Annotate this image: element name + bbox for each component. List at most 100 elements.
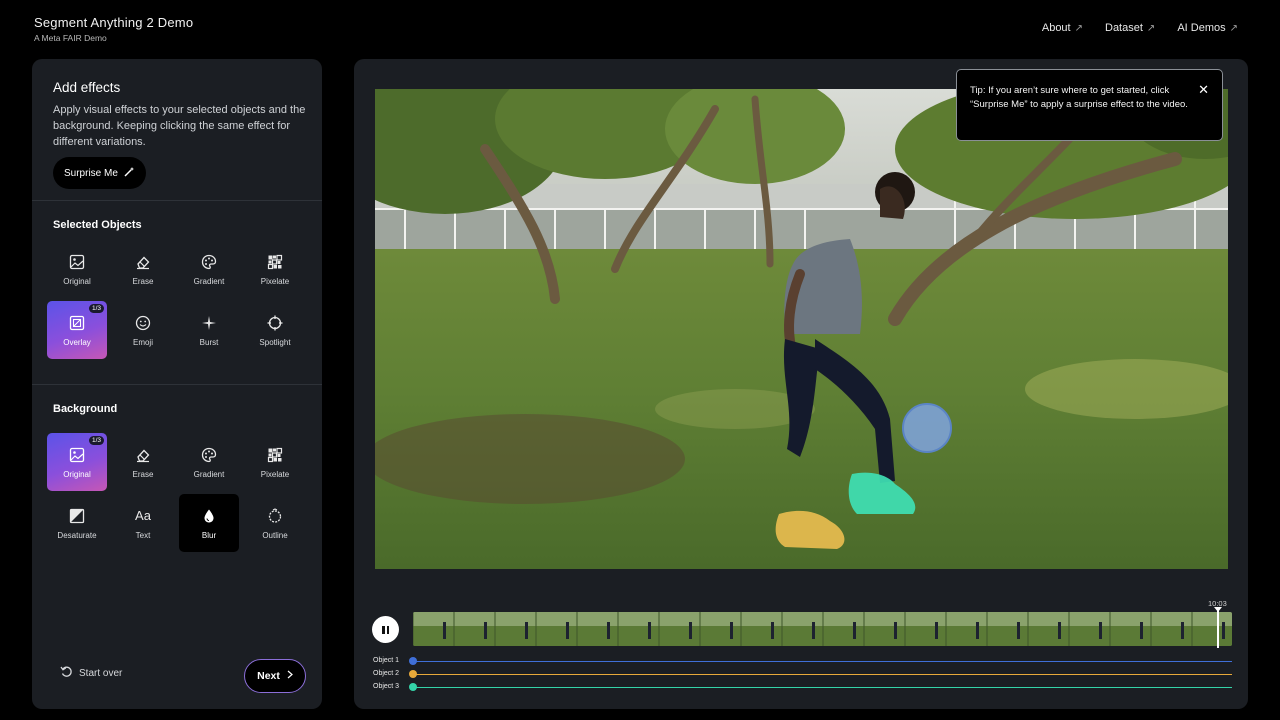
next-button[interactable]: Next [244, 659, 306, 693]
nav-link-label: Dataset [1105, 22, 1143, 34]
image-icon [68, 253, 86, 271]
palette-icon [200, 253, 218, 271]
top-nav: About ↗ Dataset ↗ AI Demos ↗ [1042, 22, 1238, 34]
bg-effect-pixelate[interactable]: Pixelate [245, 433, 305, 491]
eraser-icon [134, 253, 152, 271]
playhead[interactable] [1217, 608, 1219, 648]
filmstrip-frames [413, 612, 1232, 646]
app-header: Segment Anything 2 Demo A Meta FAIR Demo… [0, 0, 1280, 58]
surprise-me-button[interactable]: Surprise Me [53, 157, 146, 189]
text-icon: Aa [135, 508, 151, 523]
nav-link-dataset[interactable]: Dataset ↗ [1105, 22, 1155, 34]
palette-icon [200, 446, 218, 464]
background-effects-grid: 1/3 Original Erase Gradient Pixelate Des… [47, 433, 311, 552]
object-1-mask [902, 403, 952, 453]
frame-thumbnail-figure [730, 622, 733, 639]
bg-effect-blur[interactable]: Blur [179, 494, 239, 552]
track-label: Object 1 [373, 657, 400, 664]
selected-effects-grid: Original Erase Gradient Pixelate 1/3 Ove… [47, 240, 311, 359]
effect-spotlight[interactable]: Spotlight [245, 301, 305, 359]
track-label: Object 2 [373, 670, 400, 677]
start-over-label: Start over [79, 667, 123, 679]
panel-title: Add effects [53, 80, 121, 95]
bg-effect-text[interactable]: Aa Text [113, 494, 173, 552]
effect-emoji[interactable]: Emoji [113, 301, 173, 359]
frame-thumbnail-figure [1099, 622, 1102, 639]
bg-effect-desaturate[interactable]: Desaturate [47, 494, 107, 552]
surprise-me-label: Surprise Me [64, 167, 118, 179]
track-dot [409, 683, 417, 691]
close-icon[interactable]: ✕ [1198, 83, 1209, 97]
pixelate-icon [266, 253, 284, 271]
tip-tooltip: Tip: If you aren’t sure where to get sta… [956, 69, 1223, 141]
object-track-1[interactable]: Object 1 [373, 655, 1233, 667]
effect-label: Text [135, 530, 151, 540]
variation-badge: 1/3 [88, 436, 104, 445]
bg-effect-gradient[interactable]: Gradient [179, 433, 239, 491]
track-line [415, 686, 1232, 688]
start-over-button[interactable]: Start over [60, 665, 122, 681]
bg-effect-erase[interactable]: Erase [113, 433, 173, 491]
effect-pixelate[interactable]: Pixelate [245, 240, 305, 298]
effect-label: Emoji [132, 337, 153, 347]
effect-original[interactable]: Original [47, 240, 107, 298]
effect-erase[interactable]: Erase [113, 240, 173, 298]
bg-effect-outline[interactable]: Outline [245, 494, 305, 552]
frame-thumbnail-figure [689, 622, 692, 639]
video-panel: Tip: If you aren’t sure where to get sta… [354, 59, 1248, 709]
effect-label: Desaturate [57, 530, 97, 540]
eraser-icon [134, 446, 152, 464]
emoji-icon [134, 314, 152, 332]
spotlight-icon [266, 314, 284, 332]
effect-label: Erase [132, 469, 154, 479]
timeline-filmstrip[interactable] [413, 612, 1232, 646]
frame-thumbnail-figure [607, 622, 610, 639]
burst-icon [200, 314, 218, 332]
video-frame-image [375, 89, 1228, 569]
object-track-2[interactable]: Object 2 [373, 668, 1233, 680]
background-heading: Background [53, 403, 118, 415]
pause-button[interactable] [372, 616, 399, 643]
object-track-3[interactable]: Object 3 [373, 681, 1233, 693]
magic-wand-icon [123, 166, 135, 181]
frame-thumbnail-figure [976, 622, 979, 639]
frame-thumbnail-figure [443, 622, 446, 639]
frame-thumbnail-figure [1181, 622, 1184, 639]
effect-label: Original [63, 469, 91, 479]
nav-link-ai-demos[interactable]: AI Demos ↗ [1177, 22, 1238, 34]
image-icon [68, 446, 86, 464]
bg-effect-original[interactable]: 1/3 Original [47, 433, 107, 491]
video-canvas[interactable] [375, 89, 1228, 569]
external-arrow-icon: ↗ [1146, 22, 1156, 34]
effect-label: Pixelate [260, 276, 290, 286]
effect-label: Erase [132, 276, 154, 286]
tip-text: Tip: If you aren’t sure where to get sta… [970, 85, 1188, 110]
nav-link-label: AI Demos [1177, 22, 1226, 34]
nav-link-label: About [1041, 22, 1071, 34]
app-title: Segment Anything 2 Demo [34, 15, 194, 30]
effect-gradient[interactable]: Gradient [179, 240, 239, 298]
effect-overlay[interactable]: 1/3 Overlay [47, 301, 107, 359]
track-dot [409, 670, 417, 678]
variation-badge: 1/3 [88, 304, 104, 313]
divider [32, 384, 322, 385]
effect-burst[interactable]: Burst [179, 301, 239, 359]
frame-thumbnail-figure [935, 622, 938, 639]
frame-thumbnail-figure [771, 622, 774, 639]
frame-thumbnail-figure [1140, 622, 1143, 639]
frame-thumbnail-figure [812, 622, 815, 639]
desaturate-icon [68, 507, 86, 525]
next-label: Next [257, 670, 280, 682]
effect-label: Overlay [63, 337, 91, 347]
frame-thumbnail-figure [566, 622, 569, 639]
effect-label: Outline [262, 530, 288, 540]
frame-thumbnail-figure [484, 622, 487, 639]
effect-label: Burst [199, 337, 219, 347]
track-dot [409, 657, 417, 665]
effect-label: Pixelate [260, 469, 290, 479]
droplet-icon [200, 507, 218, 525]
effect-label: Blur [201, 530, 217, 540]
playhead-handle[interactable] [1214, 607, 1222, 612]
nav-link-about[interactable]: About ↗ [1042, 22, 1083, 34]
undo-icon [60, 665, 73, 681]
